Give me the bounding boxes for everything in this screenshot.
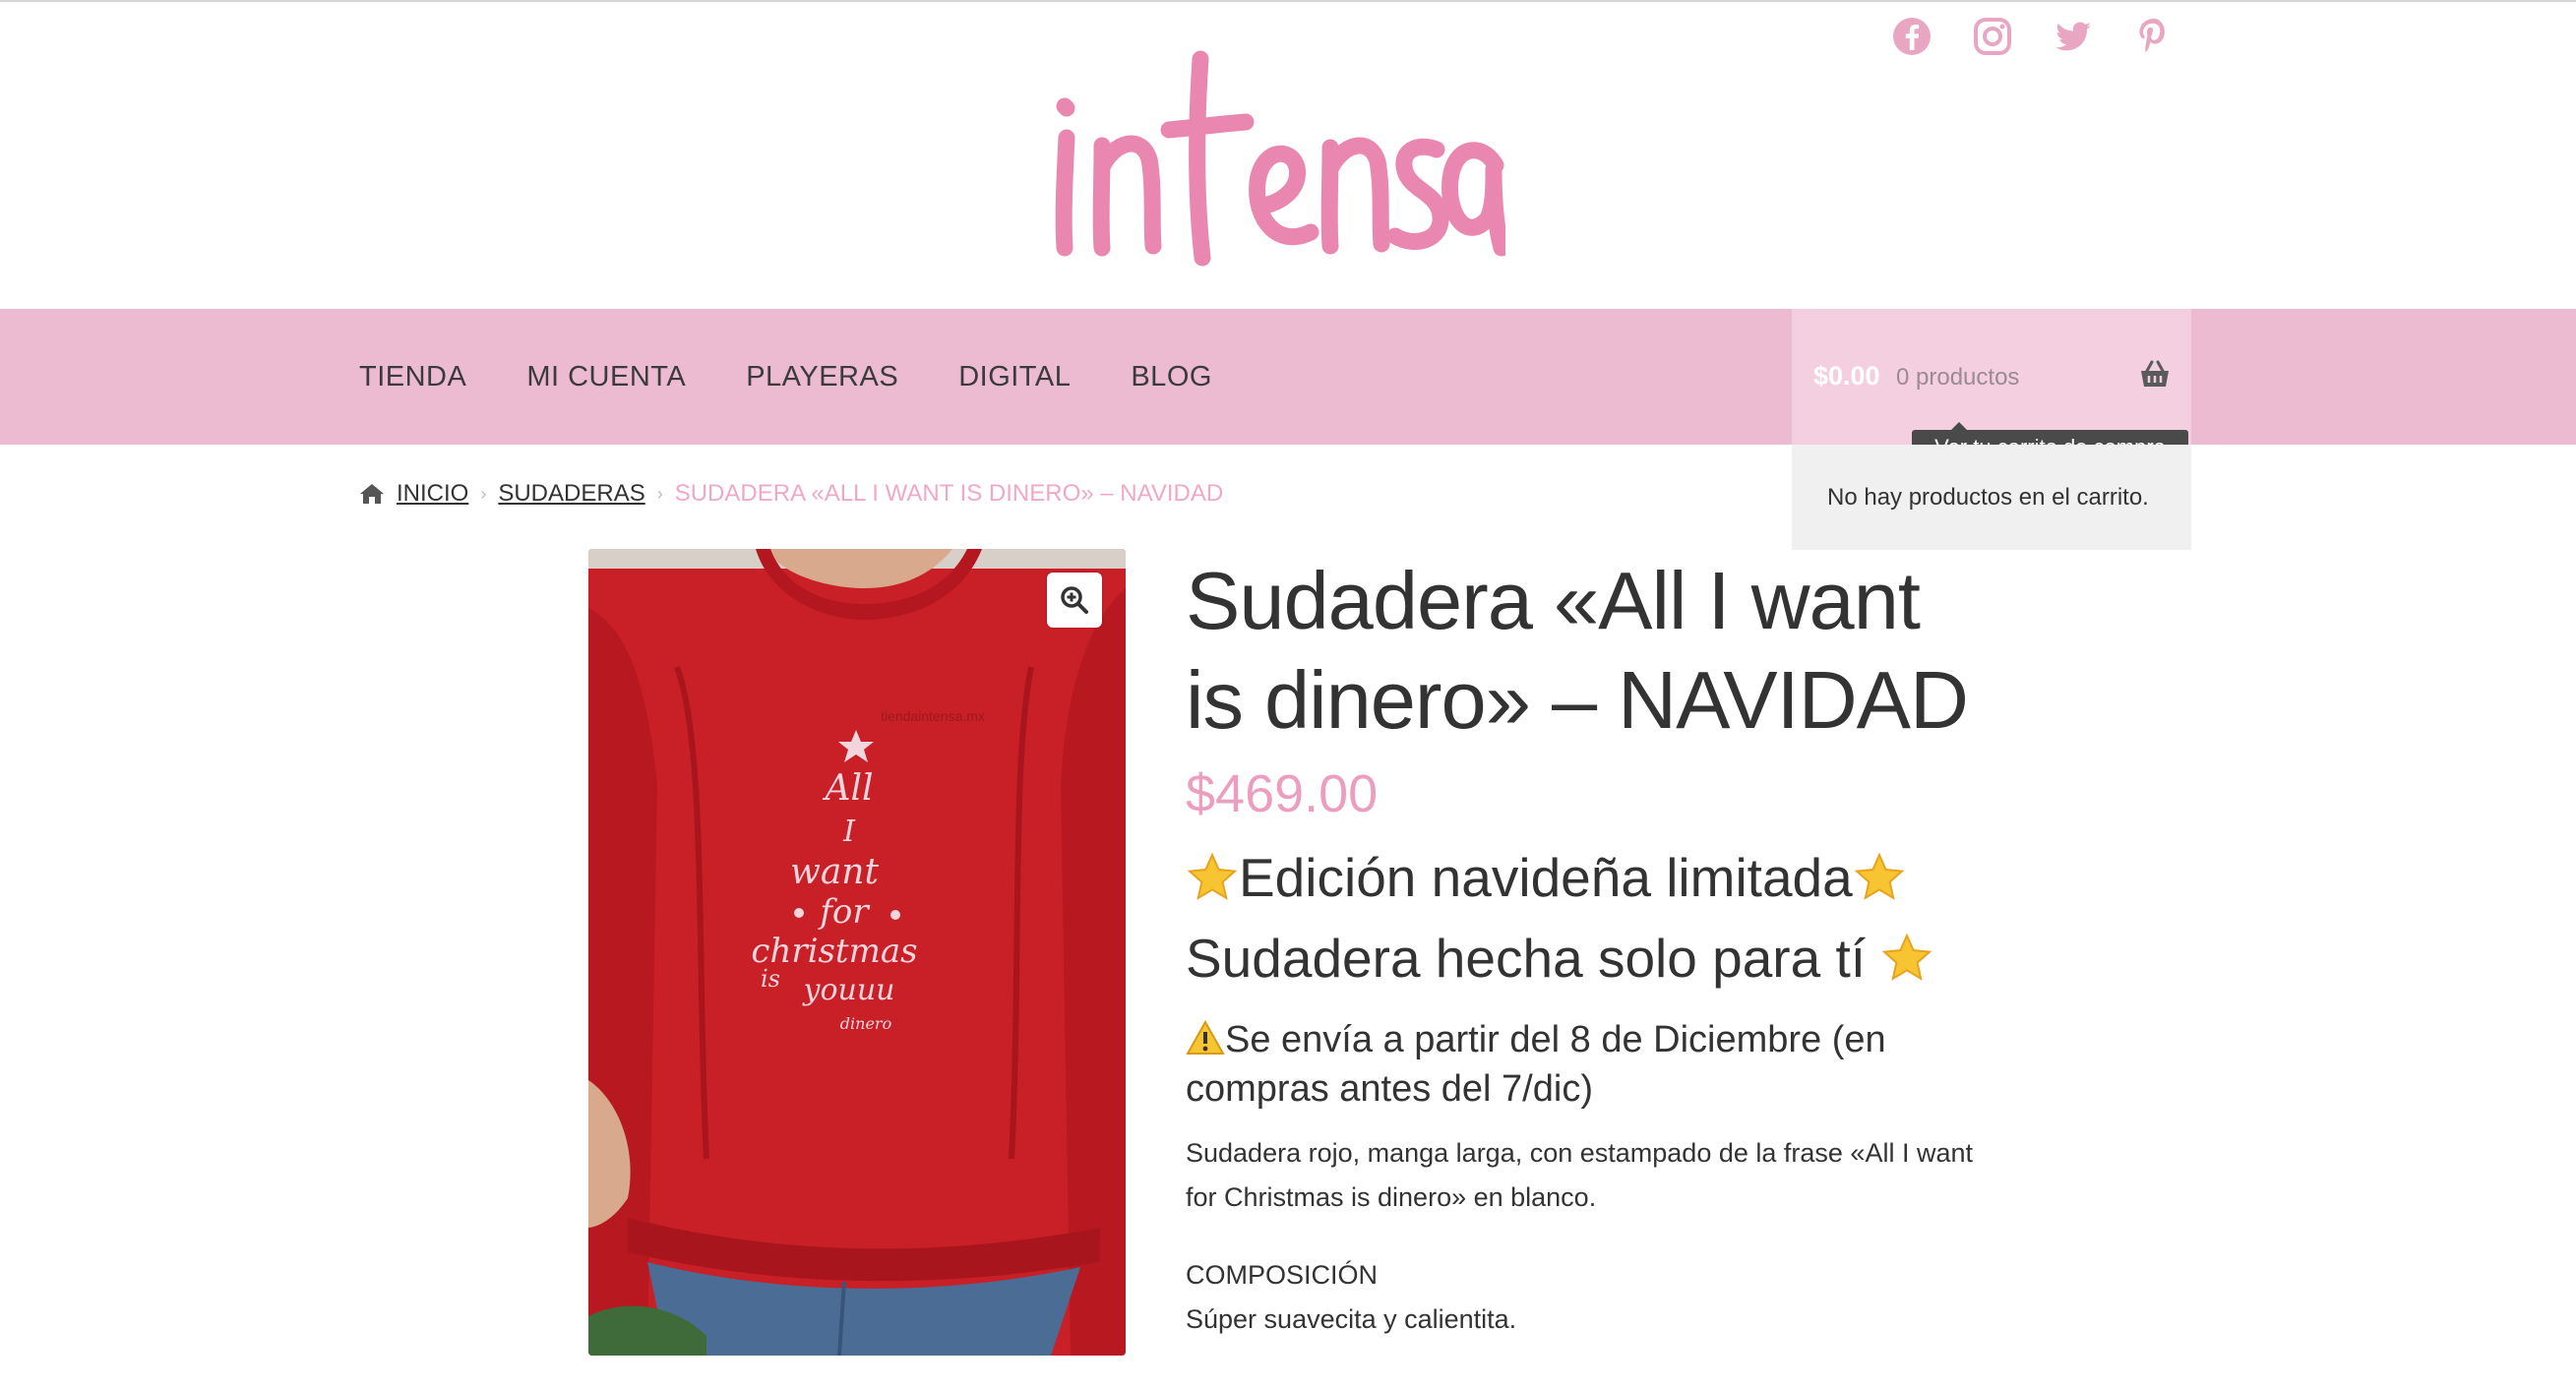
- cart-amount: $0.00: [1813, 361, 1880, 391]
- product-image[interactable]: tiendaintensa.mx All I want for christma…: [588, 549, 1126, 1356]
- facebook-icon[interactable]: [1890, 15, 1933, 58]
- pinterest-icon[interactable]: [2132, 15, 2176, 58]
- zoom-button[interactable]: [1047, 573, 1102, 628]
- product-photo: tiendaintensa.mx All I want for christma…: [588, 549, 1126, 1356]
- home-icon: [360, 484, 384, 504]
- warning-icon: [1186, 1020, 1225, 1055]
- breadcrumb-home[interactable]: INICIO: [397, 480, 468, 508]
- made-for-you-text: Sudadera hecha solo para tí: [1186, 928, 1867, 989]
- svg-text:dinero: dinero: [840, 1014, 891, 1033]
- breadcrumb-separator: ›: [480, 483, 487, 504]
- top-border: [0, 0, 2576, 2]
- svg-text:I: I: [842, 815, 856, 849]
- svg-text:want: want: [790, 852, 879, 892]
- shipping-notice: Se envía a partir del 8 de Diciembre (en…: [1186, 1015, 1973, 1114]
- nav-item-digital[interactable]: DIGITAL: [958, 361, 1071, 393]
- image-watermark: tiendaintensa.mx: [881, 708, 985, 724]
- twitter-icon[interactable]: [2052, 15, 2095, 58]
- social-links: [1890, 15, 2176, 58]
- star-emoji-icon: [1187, 852, 1238, 900]
- cart-link[interactable]: $0.00 0 productos: [1792, 309, 2191, 445]
- nav-item-mi-cuenta[interactable]: MI CUENTA: [526, 361, 686, 393]
- product-price: $469.00: [1186, 764, 1379, 823]
- star-emoji-icon: [1881, 933, 1932, 981]
- composition: COMPOSICIÓN Súper suavecita y calientita…: [1186, 1253, 1973, 1342]
- basket-icon: [2141, 360, 2169, 387]
- nav-item-tienda[interactable]: TIENDA: [359, 361, 466, 393]
- zoom-in-icon: [1061, 586, 1088, 614]
- svg-text:youuu: youuu: [802, 973, 895, 1007]
- cart-empty-message: No hay productos en el carrito.: [1827, 484, 2149, 511]
- product-summary: Sudadera «All I want is dinero» – NAVIDA…: [1186, 551, 1973, 1342]
- cart-dropdown: No hay productos en el carrito.: [1792, 445, 2191, 550]
- site-logo[interactable]: [1043, 39, 1505, 275]
- cart-item-count: 0 productos: [1896, 364, 2020, 391]
- limited-edition-text: Edición navideña limitada: [1239, 847, 1853, 908]
- intensa-logo-wordmark: [1055, 50, 1505, 267]
- composition-text: Súper suavecita y calientita.: [1186, 1304, 1517, 1334]
- limited-edition-heading: Edición navideña limitada: [1186, 846, 1973, 909]
- composition-heading: COMPOSICIÓN: [1186, 1260, 1379, 1290]
- svg-text:for: for: [817, 892, 870, 932]
- made-for-you-heading: Sudadera hecha solo para tí: [1186, 927, 1973, 990]
- breadcrumb-category[interactable]: SUDADERAS: [498, 480, 644, 508]
- nav-item-playeras[interactable]: PLAYERAS: [746, 361, 898, 393]
- product-description: Sudadera rojo, manga larga, con estampad…: [1186, 1138, 1973, 1212]
- product-title: Sudadera «All I want is dinero» – NAVIDA…: [1186, 555, 1969, 746]
- breadcrumb-separator: ›: [656, 483, 663, 504]
- star-emoji-icon: [1854, 852, 1905, 900]
- instagram-icon[interactable]: [1971, 15, 2014, 58]
- svg-text:All: All: [822, 768, 873, 809]
- breadcrumb: INICIO › SUDADERAS › SUDADERA «ALL I WAN…: [359, 480, 1223, 508]
- svg-text:is: is: [761, 965, 780, 993]
- breadcrumb-current: SUDADERA «ALL I WANT IS DINERO» – NAVIDA…: [674, 480, 1224, 507]
- shipping-notice-text: Se envía a partir del 8 de Diciembre (en…: [1186, 1019, 1886, 1110]
- nav-item-blog[interactable]: BLOG: [1131, 361, 1212, 393]
